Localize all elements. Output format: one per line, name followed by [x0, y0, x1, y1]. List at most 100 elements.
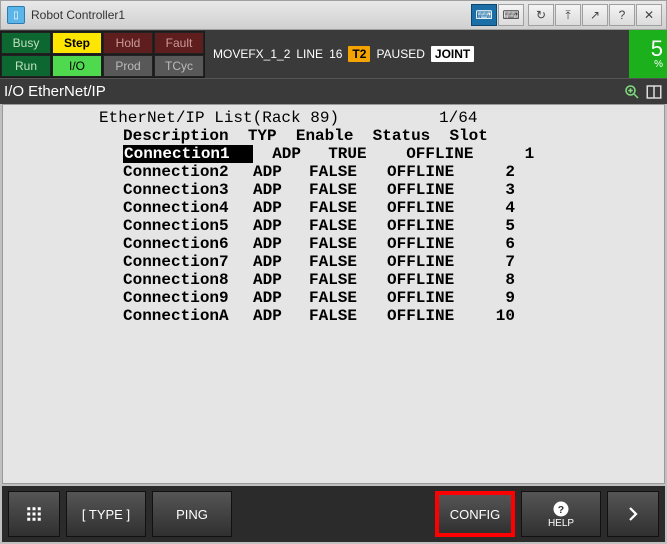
svg-text:?: ?: [558, 503, 564, 515]
row-description: Connection8: [123, 271, 253, 289]
table-row[interactable]: Connection2ADPFALSEOFFLINE2: [123, 163, 658, 181]
status-run[interactable]: Run: [1, 55, 51, 77]
table-row[interactable]: Connection6ADPFALSEOFFLINE6: [123, 235, 658, 253]
pager: 1/64: [439, 109, 477, 127]
page-subheader: I/O EtherNet/IP: [0, 78, 667, 104]
next-button[interactable]: [607, 491, 659, 537]
row-description: Connection7: [123, 253, 253, 271]
row-status: OFFLINE: [387, 289, 477, 307]
zoom-icon[interactable]: [623, 83, 641, 101]
row-description: Connection4: [123, 199, 253, 217]
row-enable: FALSE: [309, 163, 387, 181]
config-button[interactable]: CONFIG: [435, 491, 515, 537]
table-body: Connection1 ADPTRUEOFFLINE1Connection2AD…: [9, 145, 658, 325]
row-type: ADP: [253, 235, 309, 253]
row-status: OFFLINE: [387, 163, 477, 181]
row-description: ConnectionA: [123, 307, 253, 325]
status-message: MOVEFX_1_2 LINE 16 T2 PAUSED JOINT: [205, 46, 629, 62]
status-busy[interactable]: Busy: [1, 32, 51, 54]
table-row[interactable]: Connection7ADPFALSEOFFLINE7: [123, 253, 658, 271]
row-status: OFFLINE: [387, 307, 477, 325]
content-area: EtherNet/IP List(Rack 89) 1/64 Descripti…: [2, 104, 665, 484]
row-slot: 1: [496, 145, 534, 163]
row-slot: 5: [477, 217, 515, 235]
table-row[interactable]: Connection4ADPFALSEOFFLINE4: [123, 199, 658, 217]
line-number: 16: [329, 47, 342, 61]
status-step[interactable]: Step: [52, 32, 102, 54]
speed-indicator[interactable]: 5 %: [629, 30, 667, 78]
row-type: ADP: [253, 181, 309, 199]
row-status: OFFLINE: [387, 199, 477, 217]
row-enable: FALSE: [309, 181, 387, 199]
close-icon[interactable]: ✕: [636, 4, 662, 26]
row-type: ADP: [253, 199, 309, 217]
toolbar-keypad-icon[interactable]: ⌨: [471, 4, 497, 26]
type-button[interactable]: [ TYPE ]: [66, 491, 146, 537]
row-status: OFFLINE: [387, 217, 477, 235]
list-title: EtherNet/IP List(Rack 89): [99, 109, 339, 127]
row-description: Connection6: [123, 235, 253, 253]
coord-mode: JOINT: [431, 46, 474, 62]
row-enable: FALSE: [309, 307, 387, 325]
external-icon[interactable]: ↗: [582, 4, 608, 26]
status-prod[interactable]: Prod: [103, 55, 153, 77]
page-title: I/O EtherNet/IP: [4, 83, 623, 100]
row-description: Connection2: [123, 163, 253, 181]
status-hold[interactable]: Hold: [103, 32, 153, 54]
menu-button[interactable]: [8, 491, 60, 537]
help-icon[interactable]: ?: [609, 4, 635, 26]
row-slot: 7: [477, 253, 515, 271]
row-description: Connection9: [123, 289, 253, 307]
status-fault[interactable]: Fault: [154, 32, 204, 54]
panel-layout-icon[interactable]: [645, 83, 663, 101]
window-title: Robot Controller1: [31, 8, 471, 22]
status-grid: Busy Step Hold Fault Run I/O Prod TCyc: [0, 31, 205, 78]
row-enable: TRUE: [328, 145, 406, 163]
row-status: OFFLINE: [406, 145, 496, 163]
speed-unit: %: [654, 60, 663, 70]
row-slot: 2: [477, 163, 515, 181]
teach-mode: T2: [348, 46, 370, 62]
app-icon: ▯: [7, 6, 25, 24]
row-enable: FALSE: [309, 235, 387, 253]
table-row[interactable]: Connection5ADPFALSEOFFLINE5: [123, 217, 658, 235]
status-header: Busy Step Hold Fault Run I/O Prod TCyc M…: [0, 30, 667, 78]
row-type: ADP: [253, 271, 309, 289]
titlebar: ▯ Robot Controller1 ⌨ ⌨ ↻ ⤒ ↗ ? ✕: [0, 0, 667, 30]
row-type: ADP: [272, 145, 328, 163]
row-description: Connection5: [123, 217, 253, 235]
row-status: OFFLINE: [387, 181, 477, 199]
row-description: Connection1: [123, 145, 253, 163]
table-row[interactable]: Connection8ADPFALSEOFFLINE8: [123, 271, 658, 289]
row-slot: 4: [477, 199, 515, 217]
line-label: LINE: [296, 47, 323, 61]
table-row[interactable]: Connection1 ADPTRUEOFFLINE1: [123, 145, 658, 163]
upload-icon[interactable]: ⤒: [555, 4, 581, 26]
status-tcyc[interactable]: TCyc: [154, 55, 204, 77]
row-slot: 6: [477, 235, 515, 253]
ping-button[interactable]: PING: [152, 491, 232, 537]
row-type: ADP: [253, 163, 309, 181]
row-slot: 8: [477, 271, 515, 289]
table-row[interactable]: ConnectionAADPFALSEOFFLINE10: [123, 307, 658, 325]
table-row[interactable]: Connection3ADPFALSEOFFLINE3: [123, 181, 658, 199]
toolbar-keyboard-icon[interactable]: ⌨: [498, 4, 524, 26]
bottom-toolbar: [ TYPE ] PING CONFIG ? HELP: [2, 486, 665, 542]
help-button[interactable]: ? HELP: [521, 491, 601, 537]
status-io[interactable]: I/O: [52, 55, 102, 77]
row-status: OFFLINE: [387, 235, 477, 253]
row-type: ADP: [253, 289, 309, 307]
row-enable: FALSE: [309, 217, 387, 235]
help-label: HELP: [548, 518, 574, 529]
row-enable: FALSE: [309, 253, 387, 271]
run-state: PAUSED: [376, 47, 424, 61]
speed-value: 5: [651, 38, 663, 60]
refresh-icon[interactable]: ↻: [528, 4, 554, 26]
row-slot: 3: [477, 181, 515, 199]
row-description: Connection3: [123, 181, 253, 199]
row-slot: 9: [477, 289, 515, 307]
column-headers: Description TYP Enable Status Slot: [123, 127, 658, 145]
row-slot: 10: [477, 307, 515, 325]
table-row[interactable]: Connection9ADPFALSEOFFLINE9: [123, 289, 658, 307]
row-status: OFFLINE: [387, 271, 477, 289]
